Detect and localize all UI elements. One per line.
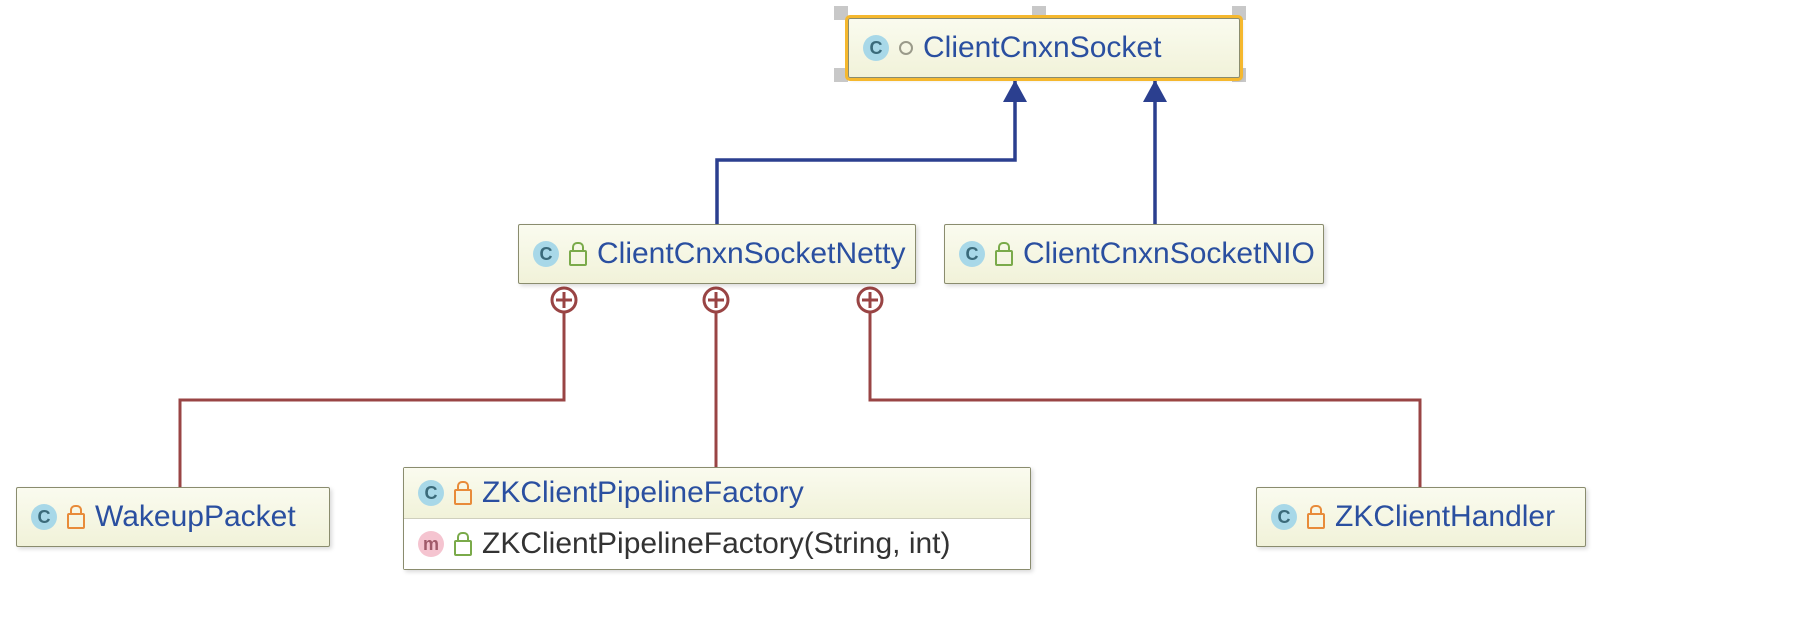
method-icon: m [418, 531, 444, 557]
class-icon: C [959, 241, 985, 267]
package-visibility-icon [995, 250, 1013, 266]
class-label: ClientCnxnSocketNIO [1023, 237, 1315, 271]
selection-handle[interactable] [834, 6, 848, 20]
class-label: ClientCnxnSocketNetty [597, 237, 905, 271]
class-label: WakeupPacket [95, 500, 296, 534]
class-title-row[interactable]: C ZKClientPipelineFactory [404, 468, 1030, 519]
selection-handle[interactable] [834, 68, 848, 82]
class-label: ClientCnxnSocket [923, 31, 1161, 65]
class-node-zkclientpipelinefactory[interactable]: C ZKClientPipelineFactory m ZKClientPipe… [403, 467, 1031, 570]
class-icon: C [533, 241, 559, 267]
private-visibility-icon [454, 489, 472, 505]
class-icon: C [1271, 504, 1297, 530]
package-visibility-icon [454, 540, 472, 556]
class-node-clientcnxnsocketnio[interactable]: C ClientCnxnSocketNIO [944, 224, 1324, 284]
abstract-marker-icon [899, 41, 913, 55]
class-label: ZKClientHandler [1335, 500, 1555, 534]
class-node-zkclienthandler[interactable]: C ZKClientHandler [1256, 487, 1586, 547]
private-visibility-icon [67, 513, 85, 529]
method-label: ZKClientPipelineFactory(String, int) [482, 527, 951, 561]
class-icon: C [863, 35, 889, 61]
package-visibility-icon [569, 250, 587, 266]
class-node-clientcnxnsocket[interactable]: C ClientCnxnSocket [848, 18, 1240, 78]
class-icon: C [418, 480, 444, 506]
inner-edge-wakeup [180, 300, 564, 487]
method-row[interactable]: m ZKClientPipelineFactory(String, int) [404, 519, 1030, 569]
private-visibility-icon [1307, 513, 1325, 529]
class-node-wakeuppacket[interactable]: C WakeupPacket [16, 487, 330, 547]
class-node-clientcnxnsocketnetty[interactable]: C ClientCnxnSocketNetty [518, 224, 916, 284]
inner-edge-handler [870, 300, 1420, 487]
class-icon: C [31, 504, 57, 530]
class-label: ZKClientPipelineFactory [482, 476, 804, 510]
inherit-edge-netty [717, 80, 1015, 224]
